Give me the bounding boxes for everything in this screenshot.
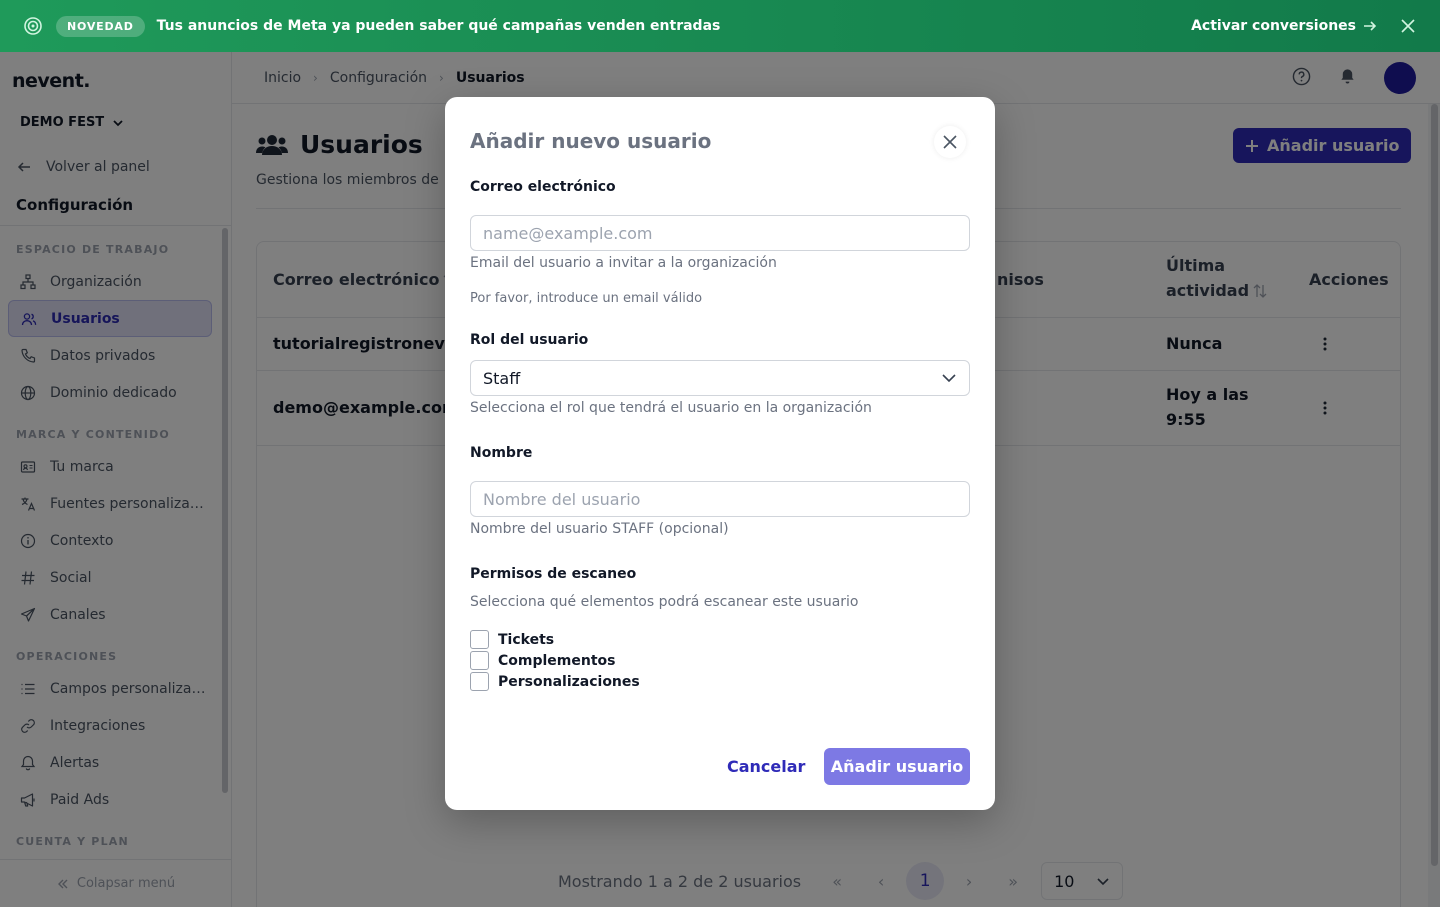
name-label: Nombre (470, 445, 533, 461)
permission-label: Complementos (498, 652, 616, 669)
submit-add-user-button[interactable]: Añadir usuario (824, 748, 970, 785)
email-help: Email del usuario a invitar a la organiz… (470, 255, 777, 271)
close-icon (1401, 19, 1415, 33)
permission-checkbox-complements[interactable]: Complementos (470, 650, 616, 671)
checkbox[interactable] (470, 651, 489, 670)
close-icon (943, 135, 957, 149)
name-help: Nombre del usuario STAFF (opcional) (470, 521, 729, 537)
cancel-button[interactable]: Cancelar (717, 748, 815, 785)
checkbox[interactable] (470, 672, 489, 691)
role-value: Staff (483, 368, 521, 388)
activate-conversions-label: Activar conversiones (1191, 18, 1356, 34)
modal-title: Añadir nuevo usuario (470, 129, 712, 153)
new-badge: NOVEDAD (56, 15, 145, 37)
role-label: Rol del usuario (470, 332, 589, 348)
name-field[interactable] (470, 481, 970, 517)
target-icon (22, 15, 44, 37)
email-field[interactable] (470, 215, 970, 251)
banner-message: Tus anuncios de Meta ya pueden saber qué… (156, 18, 721, 34)
email-error: Por favor, introduce un email válido (470, 291, 703, 306)
role-select[interactable]: Staff (470, 360, 970, 396)
checkbox[interactable] (470, 630, 489, 649)
permission-label: Tickets (498, 631, 555, 648)
scan-permissions-help: Selecciona qué elementos podrá escanear … (470, 594, 859, 610)
modal-close-button[interactable] (934, 126, 966, 158)
announcement-banner: NOVEDAD Tus anuncios de Meta ya pueden s… (0, 0, 1440, 52)
permission-checkbox-personalizations[interactable]: Personalizaciones (470, 671, 640, 692)
permission-label: Personalizaciones (498, 673, 640, 690)
banner-close-button[interactable] (1396, 14, 1420, 38)
email-label: Correo electrónico (470, 179, 616, 195)
permission-checkbox-tickets[interactable]: Tickets (470, 629, 554, 650)
activate-conversions-link[interactable]: Activar conversiones (1191, 18, 1378, 34)
role-help: Selecciona el rol que tendrá el usuario … (470, 400, 872, 416)
arrow-right-icon (1364, 21, 1377, 31)
add-user-modal: Añadir nuevo usuario Correo electrónico … (445, 97, 995, 810)
scan-permissions-label: Permisos de escaneo (470, 566, 637, 582)
chevron-down-icon (942, 374, 956, 383)
